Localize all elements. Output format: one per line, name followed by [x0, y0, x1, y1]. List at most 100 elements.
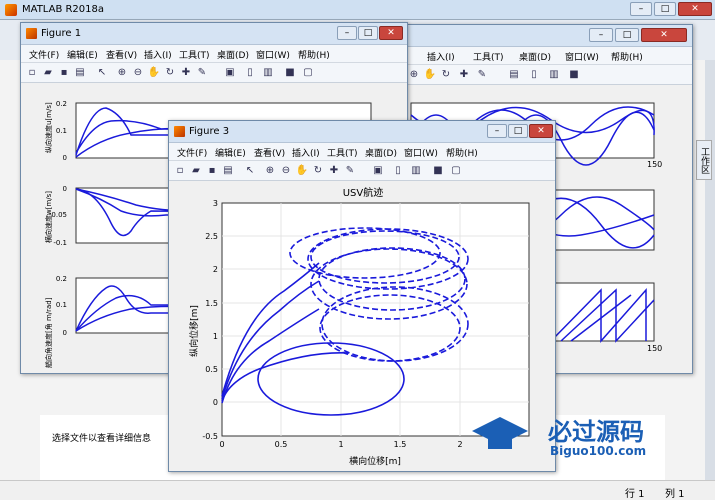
- menu-edit[interactable]: 编辑(E): [67, 48, 98, 61]
- figure-3-toolbar: ▫ ▰ ▪ ▤ ↖ ⊕ ⊖ ✋ ↻ ✚ ✎ ▣ ▯ ▥ ■ ▢: [169, 161, 555, 181]
- menu-insert[interactable]: 插入(I): [292, 146, 320, 159]
- legend-icon[interactable]: ▥: [547, 68, 561, 82]
- dock-icon[interactable]: ▢: [449, 164, 463, 178]
- minimize-icon[interactable]: –: [337, 26, 357, 40]
- print-icon[interactable]: ▤: [507, 68, 521, 82]
- minimize-icon[interactable]: –: [589, 28, 613, 42]
- pointer-icon[interactable]: ↖: [243, 164, 257, 178]
- print-icon[interactable]: ▤: [221, 164, 235, 178]
- brush-icon[interactable]: ✎: [475, 68, 489, 82]
- colorbar-icon[interactable]: ▯: [391, 164, 405, 178]
- menu-desktop[interactable]: 桌面(D): [365, 146, 397, 159]
- chart-title: USV航迹: [343, 186, 384, 199]
- minimize-icon[interactable]: –: [487, 124, 507, 138]
- menu-window[interactable]: 窗口(W): [256, 48, 290, 61]
- close-icon[interactable]: ✕: [529, 124, 553, 138]
- x-end-label: 150: [647, 160, 662, 169]
- figure-menu-bar: 插入(I) 工具(T) 桌面(D) 窗口(W) 帮助(H): [401, 47, 692, 65]
- menu-view[interactable]: 查看(V): [106, 48, 137, 61]
- link-icon[interactable]: ▣: [371, 164, 385, 178]
- hide-tools-icon[interactable]: ■: [283, 66, 297, 80]
- save-icon[interactable]: ▪: [57, 66, 71, 80]
- legend-icon[interactable]: ▥: [261, 66, 275, 80]
- close-icon[interactable]: ✕: [678, 2, 712, 16]
- x-end-label-2: 150: [647, 344, 662, 353]
- hide-tools-icon[interactable]: ■: [567, 68, 581, 82]
- zoom-in-icon[interactable]: ⊕: [407, 68, 421, 82]
- svg-text:3: 3: [213, 199, 218, 208]
- ax1-ylabel: 纵向速度u[m/s]: [44, 102, 53, 153]
- open-icon[interactable]: ▰: [41, 66, 55, 80]
- menu-insert[interactable]: 插入(I): [144, 48, 172, 61]
- link-icon[interactable]: ▣: [223, 66, 237, 80]
- pan-icon[interactable]: ✋: [295, 164, 309, 178]
- menu-insert[interactable]: 插入(I): [427, 50, 455, 63]
- legend-icon[interactable]: ▥: [409, 164, 423, 178]
- menu-view[interactable]: 查看(V): [254, 146, 285, 159]
- maximize-icon[interactable]: □: [358, 26, 378, 40]
- save-icon[interactable]: ▪: [205, 164, 219, 178]
- rotate-icon[interactable]: ↻: [439, 68, 453, 82]
- hide-tools-icon[interactable]: ■: [431, 164, 445, 178]
- menu-help[interactable]: 帮助(H): [611, 50, 643, 63]
- menu-window[interactable]: 窗口(W): [404, 146, 438, 159]
- watermark-sub: Biguo100.com: [550, 444, 647, 458]
- menu-window[interactable]: 窗口(W): [565, 50, 599, 63]
- ax3-tick: 0: [63, 329, 67, 337]
- print-icon[interactable]: ▤: [73, 66, 87, 80]
- svg-text:2: 2: [213, 265, 218, 274]
- data-cursor-icon[interactable]: ✚: [179, 66, 193, 80]
- figure-icon: [174, 126, 185, 137]
- status-col: 列 1: [665, 489, 685, 500]
- ax1-tick: 0.2: [56, 100, 67, 108]
- menu-desktop[interactable]: 桌面(D): [217, 48, 249, 61]
- new-icon[interactable]: ▫: [173, 164, 187, 178]
- svg-text:1.5: 1.5: [394, 440, 407, 449]
- close-icon[interactable]: ✕: [641, 28, 687, 42]
- watermark-text: 必过源码: [548, 418, 644, 446]
- menu-help[interactable]: 帮助(H): [446, 146, 478, 159]
- pointer-icon[interactable]: ↖: [95, 66, 109, 80]
- pan-icon[interactable]: ✋: [147, 66, 161, 80]
- zoom-in-icon[interactable]: ⊕: [263, 164, 277, 178]
- graduation-cap-icon: [470, 415, 530, 455]
- workspace-tab[interactable]: 工作区: [696, 140, 712, 180]
- side-tab-strip: [705, 60, 715, 500]
- ax3-tick: 0.1: [56, 301, 67, 309]
- minimize-icon[interactable]: –: [630, 2, 652, 16]
- figure-3-title: Figure 3: [189, 126, 230, 137]
- maximize-icon[interactable]: □: [654, 2, 676, 16]
- maximize-icon[interactable]: □: [615, 28, 639, 42]
- close-icon[interactable]: ✕: [379, 26, 403, 40]
- zoom-out-icon[interactable]: ⊖: [279, 164, 293, 178]
- data-cursor-icon[interactable]: ✚: [457, 68, 471, 82]
- app-title: MATLAB R2018a: [22, 4, 105, 15]
- colorbar-icon[interactable]: ▯: [243, 66, 257, 80]
- menu-tools[interactable]: 工具(T): [179, 48, 210, 61]
- matlab-logo-icon: [5, 4, 17, 16]
- brush-icon[interactable]: ✎: [195, 66, 209, 80]
- svg-text:2: 2: [457, 440, 462, 449]
- menu-file[interactable]: 文件(F): [29, 48, 59, 61]
- maximize-icon[interactable]: □: [508, 124, 528, 138]
- watermark: 必过源码 Biguo100.com: [470, 410, 680, 470]
- menu-desktop[interactable]: 桌面(D): [519, 50, 551, 63]
- zoom-in-icon[interactable]: ⊕: [115, 66, 129, 80]
- menu-help[interactable]: 帮助(H): [298, 48, 330, 61]
- rotate-icon[interactable]: ↻: [163, 66, 177, 80]
- menu-tools[interactable]: 工具(T): [473, 50, 504, 63]
- x-axis-label: 横向位移[m]: [349, 455, 401, 467]
- menu-file[interactable]: 文件(F): [177, 146, 207, 159]
- menu-tools[interactable]: 工具(T): [327, 146, 358, 159]
- data-cursor-icon[interactable]: ✚: [327, 164, 341, 178]
- new-icon[interactable]: ▫: [25, 66, 39, 80]
- dock-icon[interactable]: ▢: [301, 66, 315, 80]
- zoom-out-icon[interactable]: ⊖: [131, 66, 145, 80]
- figure-3-title-bar: Figure 3 – □ ✕: [169, 121, 555, 143]
- menu-edit[interactable]: 编辑(E): [215, 146, 246, 159]
- brush-icon[interactable]: ✎: [343, 164, 357, 178]
- rotate-icon[interactable]: ↻: [311, 164, 325, 178]
- pan-icon[interactable]: ✋: [423, 68, 437, 82]
- colorbar-icon[interactable]: ▯: [527, 68, 541, 82]
- open-icon[interactable]: ▰: [189, 164, 203, 178]
